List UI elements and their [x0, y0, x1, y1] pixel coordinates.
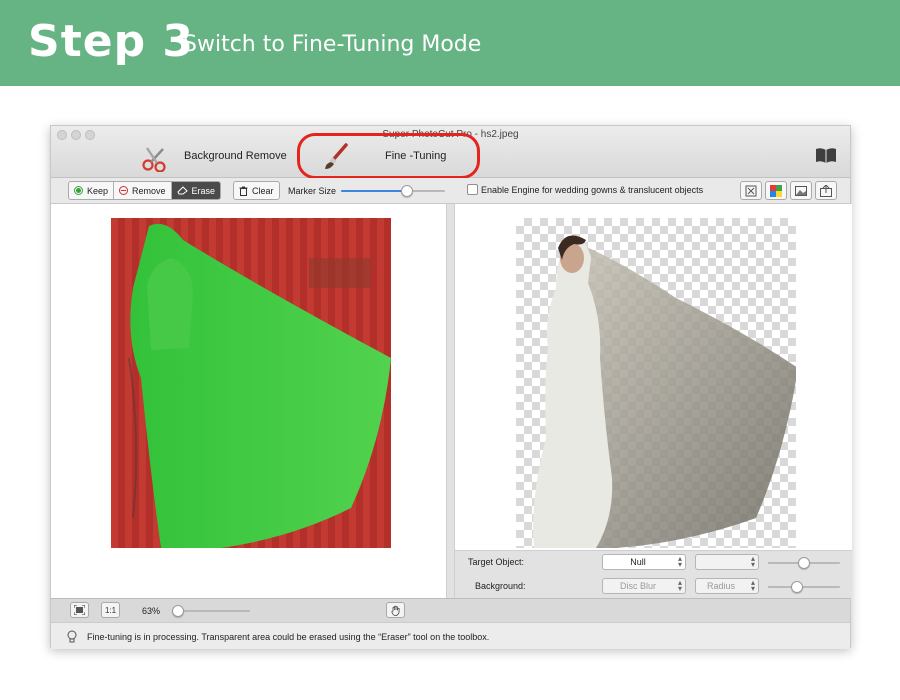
remove-button[interactable]: Remove [114, 182, 172, 199]
keep-button[interactable]: Keep [69, 182, 115, 199]
marked-photo-image[interactable] [111, 218, 391, 548]
eraser-icon [176, 186, 188, 195]
marker-size-slider[interactable] [341, 185, 445, 197]
engine-checkbox[interactable] [467, 184, 478, 195]
status-message: Fine-tuning is in processing. Transparen… [87, 632, 490, 642]
fit-view-icon [745, 185, 757, 196]
keep-icon [74, 186, 83, 195]
remove-icon [119, 186, 129, 195]
engine-option[interactable]: Enable Engine for wedding gowns & transl… [467, 184, 703, 195]
image-view-button[interactable] [790, 181, 812, 200]
step-number: Step 3 [28, 16, 194, 67]
updown-arrows-icon: ▴ ▾ [677, 578, 682, 593]
image-view-icon [795, 185, 807, 196]
actual-size-button[interactable]: 1:1 [101, 602, 120, 618]
step-banner: Step 3 Switch to Fine-Tuning Mode [0, 0, 900, 86]
marker-tool-group: Keep Remove Erase [68, 181, 222, 200]
lightbulb-icon [67, 630, 77, 643]
clear-label: Clear [252, 185, 274, 196]
erase-button[interactable]: Erase [171, 182, 221, 199]
target-option-select[interactable]: ▴ ▾ [695, 554, 759, 570]
radius-label: Radius [706, 581, 735, 591]
title-bar: Super PhotoCut Pro - hs2.jpeg Background… [51, 126, 850, 179]
radius-select[interactable]: Radius ▴ ▾ [695, 578, 759, 594]
panel-divider[interactable] [446, 204, 455, 598]
hand-icon [390, 605, 400, 616]
background-radius-slider[interactable] [768, 581, 840, 593]
cutout-result-image[interactable] [516, 218, 796, 548]
result-canvas[interactable] [455, 204, 852, 550]
step-subtitle: Switch to Fine-Tuning Mode [183, 32, 482, 57]
color-mode-button[interactable] [765, 181, 787, 200]
export-icon [820, 184, 832, 197]
options-panel: Target Object: Null ▴ ▾ ▴ ▾ Background: Di… [455, 550, 852, 598]
background-remove-tab[interactable]: Background Remove [184, 150, 287, 162]
fine-tuning-highlight-ring [297, 133, 480, 179]
target-object-slider[interactable] [768, 557, 840, 569]
color-mode-icon [770, 184, 782, 197]
zoom-level: 63% [142, 606, 161, 616]
zoom-slider[interactable] [172, 605, 250, 617]
bottom-bar: 1:1 63% [51, 598, 850, 622]
engine-checkbox-label: Enable Engine for wedding gowns & transl… [481, 184, 704, 195]
hand-tool-button[interactable] [386, 602, 405, 618]
target-object-label: Target Object: [468, 557, 525, 567]
fit-view-button[interactable] [740, 181, 762, 200]
target-object-select[interactable]: Null ▴ ▾ [602, 554, 686, 570]
erase-label: Erase [191, 185, 216, 196]
view-buttons [737, 181, 837, 200]
remove-label: Remove [132, 185, 166, 196]
book-icon[interactable] [815, 146, 837, 164]
trash-icon [239, 186, 248, 196]
clear-button[interactable]: Clear [233, 181, 280, 200]
export-button[interactable] [815, 181, 837, 200]
background-label: Background: [475, 581, 526, 591]
updown-arrows-icon: ▴ ▾ [750, 554, 755, 569]
toolbar: Keep Remove Erase Clear Marker Size Enab… [51, 178, 850, 204]
status-bar: Fine-tuning is in processing. Transparen… [51, 622, 850, 649]
scissors-icon[interactable] [141, 146, 169, 172]
background-value: Disc Blur [619, 581, 656, 591]
fit-screen-button[interactable] [70, 602, 89, 618]
source-canvas[interactable] [51, 204, 446, 598]
keep-label: Keep [87, 185, 109, 196]
updown-arrows-icon: ▴ ▾ [750, 578, 755, 593]
target-object-value: Null [630, 557, 646, 567]
app-window: Super PhotoCut Pro - hs2.jpeg Background… [50, 125, 852, 649]
fit-screen-icon [74, 605, 85, 615]
marker-size-label: Marker Size [288, 186, 337, 196]
background-select[interactable]: Disc Blur ▴ ▾ [602, 578, 686, 594]
updown-arrows-icon: ▴ ▾ [677, 554, 682, 569]
